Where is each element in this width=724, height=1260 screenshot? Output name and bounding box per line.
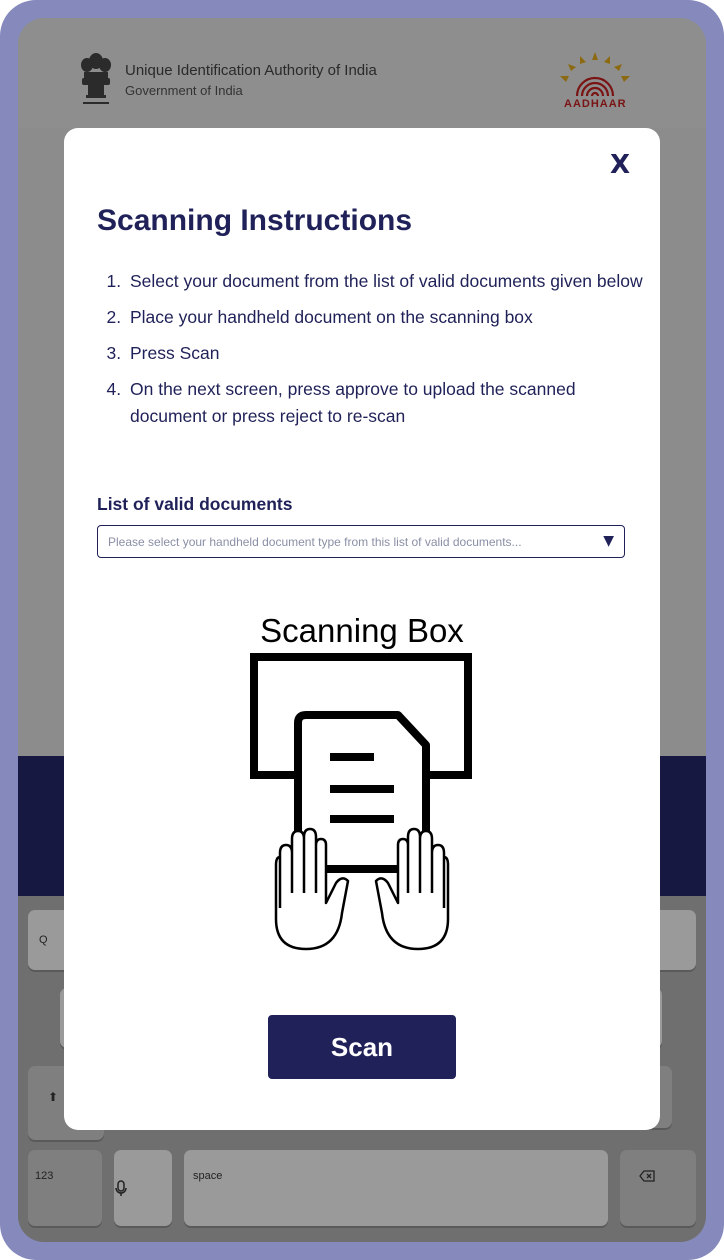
space-key-label: space [193,1170,223,1182]
org-title: Unique Identification Authority of India [125,62,377,79]
scan-button[interactable]: Scan [268,1015,456,1079]
instruction-step: Press Scan [126,340,656,367]
instruction-step: Select your document from the list of va… [126,268,656,295]
numbers-key[interactable]: 123 [28,1150,102,1226]
instruction-step: On the next screen, press approve to upl… [126,376,656,430]
screen: Unique Identification Authority of India… [18,18,706,1242]
aadhaar-logo-text: AADHAAR [564,98,627,110]
triangle-down-icon: ▼ [603,533,614,549]
device-frame: Unique Identification Authority of India… [0,0,724,1260]
instruction-step: Place your handheld document on the scan… [126,304,656,331]
document-type-dropdown[interactable]: Please select your handheld document typ… [97,525,625,558]
backspace-icon [639,1170,655,1182]
backspace-key[interactable] [620,1150,696,1226]
scanning-box-illustration-icon [250,653,472,951]
scanning-instructions-modal: X Scanning Instructions Select your docu… [64,128,660,1130]
key-q-label: Q [39,934,48,946]
app-header: Unique Identification Authority of India… [18,18,706,128]
modal-title: Scanning Instructions [97,204,413,237]
numbers-key-label: 123 [35,1170,54,1182]
document-type-placeholder: Please select your handheld document typ… [108,535,522,549]
scanning-box-title: Scanning Box [260,612,464,649]
close-button[interactable]: X [610,150,630,180]
microphone-icon [115,1180,127,1196]
national-emblem-icon [81,53,111,104]
microphone-key[interactable] [114,1150,172,1226]
shift-icon: ⬆ [48,1090,59,1104]
org-subtitle: Government of India [125,83,243,98]
documents-label: List of valid documents [97,494,293,514]
instruction-list: Select your document from the list of va… [104,268,656,439]
space-key[interactable]: space [184,1150,608,1226]
